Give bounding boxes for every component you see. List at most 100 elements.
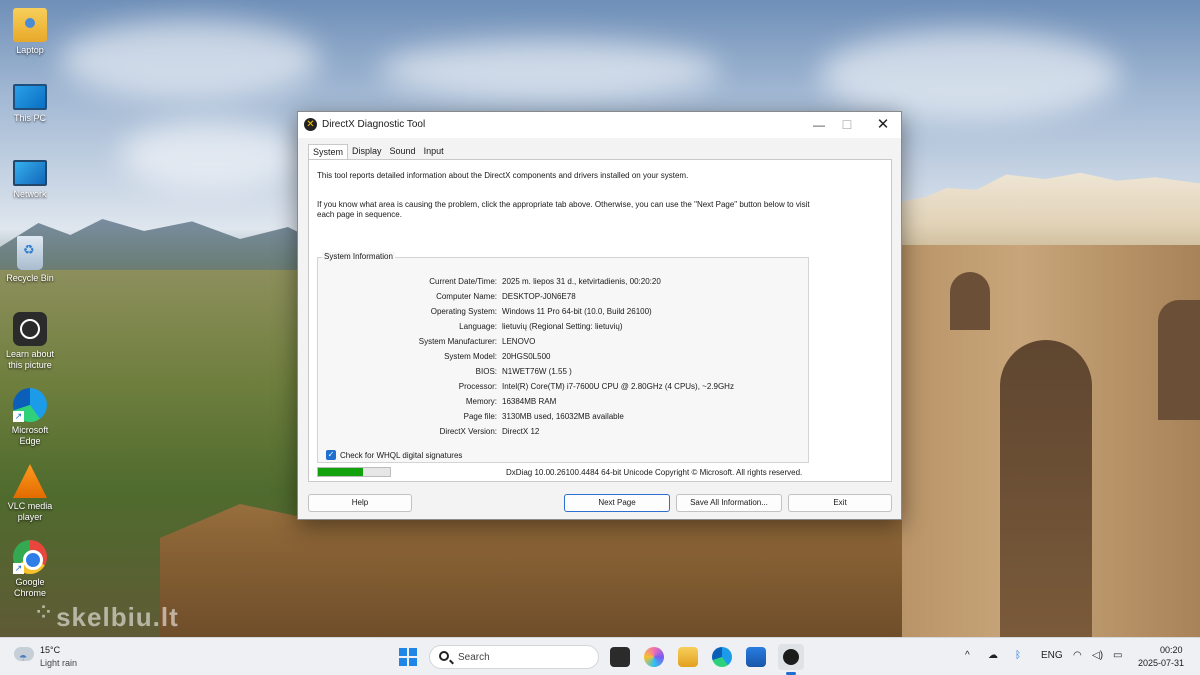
start-button[interactable] [399,648,417,666]
desktop-icon-label: Microsoft Edge [11,425,49,446]
desktop-icon-label: Laptop [16,45,44,55]
info-value: Windows 11 Pro 64-bit (10.0, Build 26100… [502,307,652,316]
exit-button[interactable]: Exit [788,494,892,512]
watermark: ⁘ skelbiu.lt [36,602,179,632]
info-label: System Model: [444,352,497,361]
desktop-icon-label: Google Chrome [13,577,46,598]
minimize-button[interactable]: — [804,115,834,135]
desktop-icon-label: Network [13,189,47,199]
close-button[interactable]: ✕ [868,115,898,135]
info-label: Language: [459,322,497,331]
desktop-icon-chrome[interactable]: ↗ Google Chrome [2,540,58,599]
copilot-icon[interactable] [644,647,664,667]
monitor-icon [13,84,47,110]
tray-overflow-chevron-icon[interactable]: ^ [965,650,970,661]
info-value: Intel(R) Core(TM) i7-7600U CPU @ 2.80GHz… [502,382,734,391]
desktop-icon-learn-about-picture[interactable]: Learn about this picture [2,312,58,371]
whql-checkbox[interactable]: ✓ [326,450,336,460]
bridge-arch [1158,300,1200,420]
info-row: BIOS: N1WET76W (1.55 ) [318,364,808,379]
info-label: DirectX Version: [439,427,497,436]
info-row: Processor: Intel(R) Core(TM) i7-7600U CPU… [318,379,808,394]
info-value: 16384MB RAM [502,397,557,406]
weather-description[interactable]: Light rain [40,658,77,668]
file-explorer-icon[interactable] [678,647,698,667]
windows-logo-icon [399,648,407,656]
cloud [820,30,1120,120]
onedrive-cloud-icon[interactable]: ☁ [988,650,998,661]
battery-icon[interactable]: ▭ [1113,650,1122,661]
info-value: lietuvių (Regional Setting: lietuvių) [502,322,623,331]
save-all-information-button[interactable]: Save All Information... [676,494,782,512]
windows-logo-icon [399,658,407,666]
search-icon [439,651,449,661]
info-row: Memory: 16384MB RAM [318,394,808,409]
info-value: 3130MB used, 16032MB available [502,412,624,421]
desktop-icon-recycle-bin[interactable]: Recycle Bin [2,236,58,284]
desktop-icon-label: VLC media player [7,501,53,522]
clock-date[interactable]: 2025-07-31 [1138,658,1184,668]
window-title: DirectX Diagnostic Tool [322,119,426,130]
cloud [380,40,720,100]
wifi-icon[interactable]: ◠ [1073,650,1082,661]
whql-checkbox-label: Check for WHQL digital signatures [340,450,463,460]
info-label: Page file: [463,412,497,421]
maximize-button[interactable]: ☐ [832,115,862,135]
weather-rain-icon[interactable] [14,647,34,664]
info-label: Operating System: [430,307,497,316]
desktop-icon-laptop[interactable]: Laptop [2,8,58,56]
tab-input[interactable]: Input [420,144,448,160]
info-row: System Manufacturer: LENOVO [318,334,808,349]
directx-icon [783,649,799,665]
shortcut-arrow-icon: ↗ [13,563,24,574]
info-row: DirectX Version: DirectX 12 [318,424,808,439]
next-page-button[interactable]: Next Page [564,494,670,512]
windows-logo-icon [409,648,417,656]
info-row: System Model: 20HGS0L500 [318,349,808,364]
info-row: Page file: 3130MB used, 16032MB available [318,409,808,424]
help-button[interactable]: Help [308,494,412,512]
learn-icon [13,312,47,346]
progress-bar [317,467,391,477]
microsoft-store-icon[interactable] [746,647,766,667]
bluetooth-icon[interactable]: ᛒ [1015,650,1021,661]
info-value: N1WET76W (1.55 ) [502,367,572,376]
dxdiag-taskbar-button[interactable] [778,644,804,670]
windows-logo-icon [409,658,417,666]
tab-system[interactable]: System [308,144,349,160]
taskbar: 15°C Light rain Search ^ ☁ ᛒ ENG ◠ ◁) ▭ … [0,637,1200,675]
desktop-icon-edge[interactable]: ↗ Microsoft Edge [2,388,58,447]
weather-temperature[interactable]: 15°C [40,645,60,655]
watermark-dots-icon: ⁘ [36,602,53,622]
shortcut-arrow-icon: ↗ [13,411,24,422]
info-row: Current Date/Time: 2025 m. liepos 31 d., … [318,274,808,289]
tab-sound[interactable]: Sound [386,144,420,160]
vlc-icon [13,464,47,498]
info-label: Computer Name: [436,292,497,301]
taskbar-search-box[interactable]: Search [429,645,599,669]
tab-display[interactable]: Display [348,144,386,160]
desktop-icon-vlc[interactable]: VLC media player [2,464,58,523]
group-title: System Information [322,252,395,261]
folder-icon [13,8,47,42]
search-placeholder: Search [458,652,490,663]
volume-icon[interactable]: ◁) [1092,650,1103,661]
info-value: LENOVO [502,337,536,346]
chrome-icon: ↗ [13,540,47,574]
info-value: DirectX 12 [502,427,540,436]
intro-text: This tool reports detailed information a… [317,171,689,180]
task-view-icon[interactable] [610,647,630,667]
info-row: Language: lietuvių (Regional Setting: lie… [318,319,808,334]
desktop-icon-this-pc[interactable]: This PC [2,84,58,124]
info-value: 2025 m. liepos 31 d., ketvirtadienis, 00… [502,277,661,286]
whql-checkbox-row[interactable]: ✓ Check for WHQL digital signatures [326,450,462,460]
desktop-icon-network[interactable]: Network [2,160,58,200]
input-language[interactable]: ENG [1041,650,1063,661]
edge-icon[interactable] [712,647,732,667]
clock-time[interactable]: 00:20 [1160,645,1183,655]
title-bar[interactable]: ✕ DirectX Diagnostic Tool — ☐ ✕ [298,112,901,138]
system-information-list: Current Date/Time: 2025 m. liepos 31 d., … [318,274,808,439]
directx-icon: ✕ [304,118,317,131]
cloud [120,120,300,190]
edge-icon: ↗ [13,388,47,422]
